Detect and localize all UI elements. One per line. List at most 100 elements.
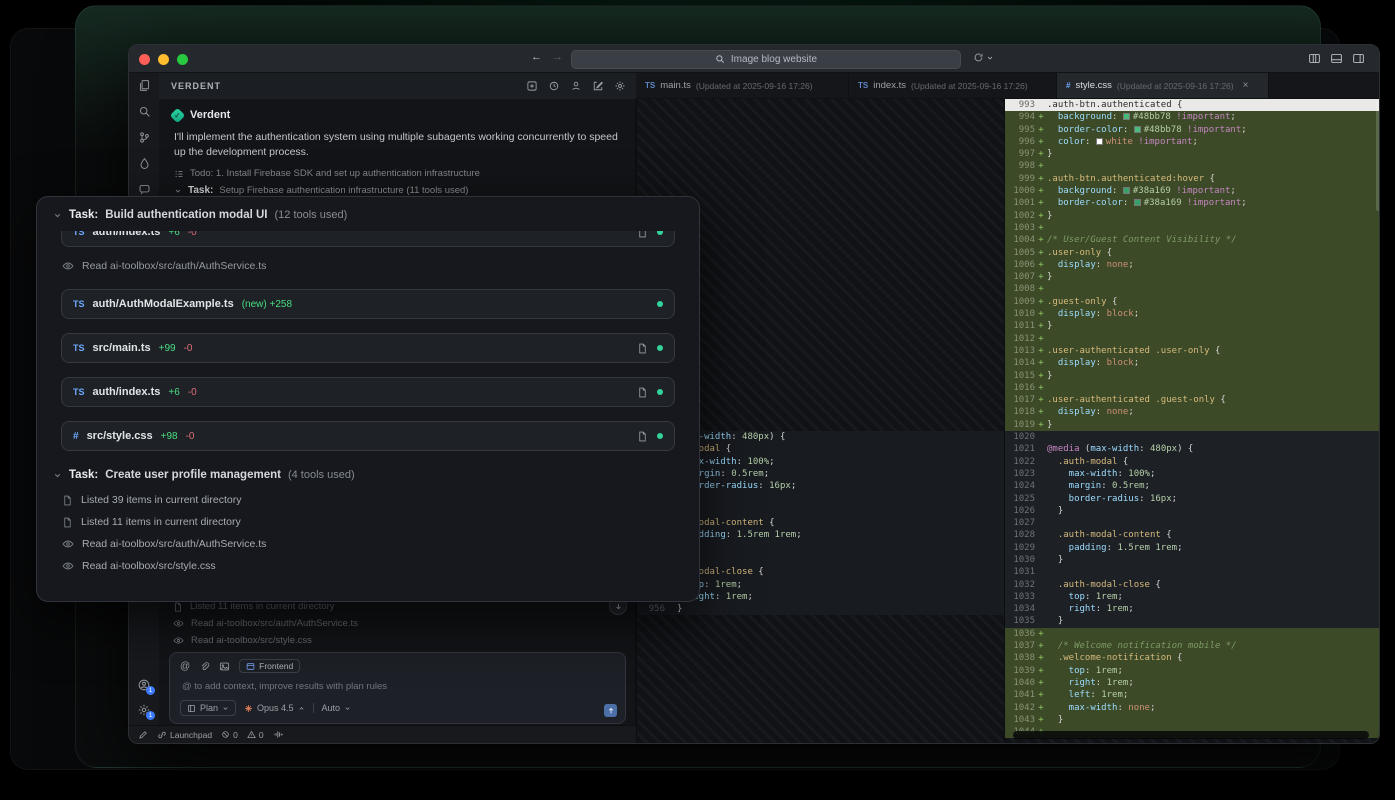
file-change-card[interactable]: TS auth/index.ts +6 -0	[61, 231, 675, 247]
auto-label: Auto	[322, 703, 341, 713]
auto-selector[interactable]: Auto	[322, 703, 352, 713]
panel-right-icon[interactable]	[1352, 52, 1365, 65]
file-change-card[interactable]: TS src/main.ts +99 -0	[61, 333, 675, 363]
chat-input-placeholder[interactable]: @ to add context, improve results with p…	[182, 681, 387, 692]
open-file-icon[interactable]	[637, 387, 648, 398]
tool-call-row[interactable]: Listed 39 items in current directory	[37, 489, 699, 511]
account-profile-icon[interactable]: 1	[137, 678, 151, 692]
launchpad-item[interactable]: Launchpad	[157, 730, 212, 740]
open-file-icon[interactable]	[637, 343, 648, 354]
tool-call-row[interactable]: Read ai-toolbox/src/style.css	[37, 555, 699, 577]
file-icon	[62, 495, 73, 506]
mention-icon[interactable]: @	[180, 661, 190, 672]
editor-pane-style-css[interactable]: 993.auth-btn.authenticated {994+ backgro…	[1004, 99, 1380, 743]
attach-icon[interactable]	[199, 661, 210, 672]
account-badge: 1	[146, 686, 155, 695]
tool-call-row[interactable]: Listed 11 items in current directory	[173, 601, 335, 612]
file-icon	[62, 517, 73, 528]
lines-removed: -0	[188, 231, 197, 238]
code-line: 1029 padding: 1.5rem 1rem;	[1005, 542, 1380, 554]
task-header-user-profile[interactable]: Task: Create user profile management (4 …	[37, 465, 699, 489]
settings-icon[interactable]	[614, 80, 626, 92]
open-file-icon[interactable]	[637, 231, 648, 238]
task-title: Create user profile management	[105, 469, 281, 481]
mode-selector[interactable]: Plan	[180, 700, 236, 716]
search-icon	[715, 54, 725, 64]
desktop-background: ← → Image blog website	[0, 0, 1395, 800]
tab-label: index.ts	[873, 80, 906, 91]
code-line: 995+ border-color: #48bb78 !important;	[1005, 124, 1380, 136]
compose-icon[interactable]	[592, 80, 604, 92]
lines-added: +98	[161, 431, 178, 442]
tab-label: main.ts	[660, 80, 691, 91]
code-line: 1006+ display: none;	[1005, 259, 1380, 271]
minimize-window-button[interactable]	[158, 54, 169, 65]
window-icon	[246, 662, 255, 671]
close-tab-icon[interactable]: ×	[1243, 80, 1249, 91]
code-line: 1037+ /* Welcome notification mobile */	[1005, 640, 1380, 652]
chevron-down-icon[interactable]	[986, 54, 994, 62]
image-icon[interactable]	[219, 661, 230, 672]
code-line: 956}	[637, 603, 1004, 615]
tab-main-ts[interactable]: TS main.ts (Updated at 2025-09-16 17:26)	[636, 73, 849, 98]
layout-columns-icon[interactable]	[1308, 52, 1321, 65]
code-line: 1004+/* User/Guest Content Visibility */	[1005, 234, 1380, 246]
task-header-build-modal[interactable]: Task: Build authentication modal UI (12 …	[37, 197, 699, 225]
file-change-card[interactable]: # src/style.css +98 -0	[61, 421, 675, 451]
task-row-setup-firebase[interactable]: Task: Setup Firebase authentication infr…	[174, 185, 468, 196]
titlebar-search[interactable]: Image blog website	[571, 50, 961, 69]
waveform-icon[interactable]	[273, 729, 284, 740]
mode-label: Plan	[200, 703, 218, 713]
chevron-down-icon	[344, 705, 351, 712]
new-chat-icon[interactable]	[526, 80, 538, 92]
new-file-badge: (new) +258	[242, 299, 292, 310]
source-control-icon[interactable]	[138, 131, 151, 144]
code-line: 1035 }	[1005, 615, 1380, 627]
code-line: 1005+.user-only {	[1005, 247, 1380, 259]
panel-bottom-icon[interactable]	[1330, 52, 1343, 65]
assistant-name: Verdent	[190, 109, 230, 121]
send-button[interactable]	[604, 704, 617, 717]
code-line: 1017+.user-authenticated .guest-only {	[1005, 394, 1380, 406]
task-detail-popup: Task: Build authentication modal UI (12 …	[36, 196, 700, 602]
tool-call-row[interactable]: Read ai-toolbox/src/auth/AuthService.ts	[37, 260, 699, 272]
back-icon[interactable]: ←	[531, 51, 542, 63]
edit-session-icon[interactable]	[138, 730, 148, 740]
tab-style-css[interactable]: # style.css (Updated at 2025-09-16 17:26…	[1057, 73, 1269, 98]
chat-input-card[interactable]: @ Frontend @ to add context, improve res…	[169, 652, 626, 724]
warnings-item[interactable]: 0	[247, 730, 264, 740]
chevron-down-icon	[53, 211, 62, 220]
typescript-file-icon: TS	[73, 343, 85, 353]
settings-gear-icon[interactable]: 1	[137, 703, 151, 717]
refresh-icon[interactable]	[973, 52, 984, 63]
typescript-file-icon: TS	[73, 231, 85, 237]
zoom-window-button[interactable]	[177, 54, 188, 65]
file-change-card[interactable]: TS auth/AuthModalExample.ts (new) +258	[61, 289, 675, 319]
code-line: 1001+ border-color: #38a169 !important;	[1005, 197, 1380, 209]
explorer-icon[interactable]	[138, 79, 151, 92]
errors-item[interactable]: 0	[221, 730, 238, 740]
history-icon[interactable]	[548, 80, 560, 92]
context-badge-frontend[interactable]: Frontend	[239, 659, 300, 673]
vertical-scrollbar[interactable]	[1376, 101, 1380, 211]
tool-call-row[interactable]: Listed 11 items in current directory	[37, 511, 699, 533]
tool-call-row[interactable]: Read ai-toolbox/src/auth/AuthService.ts	[173, 618, 358, 629]
model-label: Opus 4.5	[257, 703, 294, 713]
file-change-card[interactable]: TS auth/index.ts +6 -0	[61, 377, 675, 407]
horizontal-scrollbar[interactable]	[1013, 731, 1369, 739]
tool-call-row[interactable]: Read ai-toolbox/src/style.css	[173, 635, 312, 646]
open-file-icon[interactable]	[637, 431, 648, 442]
close-window-button[interactable]	[139, 54, 150, 65]
tab-index-ts[interactable]: TS index.ts (Updated at 2025-09-16 17:26…	[849, 73, 1057, 98]
chat-icon[interactable]	[138, 183, 151, 196]
account-icon[interactable]	[570, 80, 582, 92]
errors-count: 0	[233, 730, 238, 740]
search-sidebar-icon[interactable]	[138, 105, 151, 118]
tool-call-row[interactable]: Read ai-toolbox/src/auth/AuthService.ts	[37, 533, 699, 555]
model-selector[interactable]: Opus 4.5	[244, 703, 305, 713]
tool-call-text: Read ai-toolbox/src/auth/AuthService.ts	[191, 618, 358, 629]
theme-drop-icon[interactable]	[138, 157, 151, 170]
code-line: 1030 }	[1005, 554, 1380, 566]
forward-icon[interactable]: →	[552, 51, 563, 63]
code-line: 1015+}	[1005, 370, 1380, 382]
